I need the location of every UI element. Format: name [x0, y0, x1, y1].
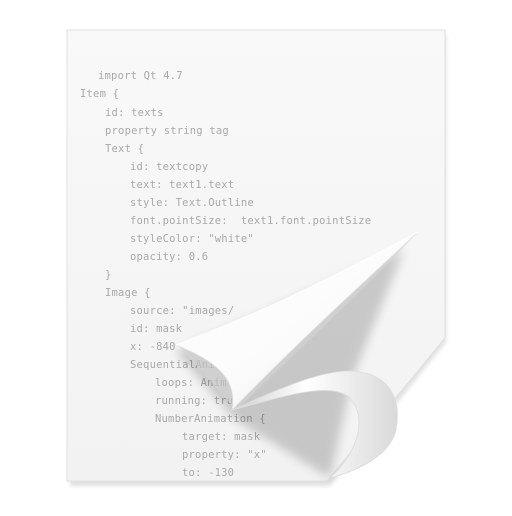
page-curl: [0, 0, 512, 512]
page-curl-svg: [174, 231, 419, 479]
